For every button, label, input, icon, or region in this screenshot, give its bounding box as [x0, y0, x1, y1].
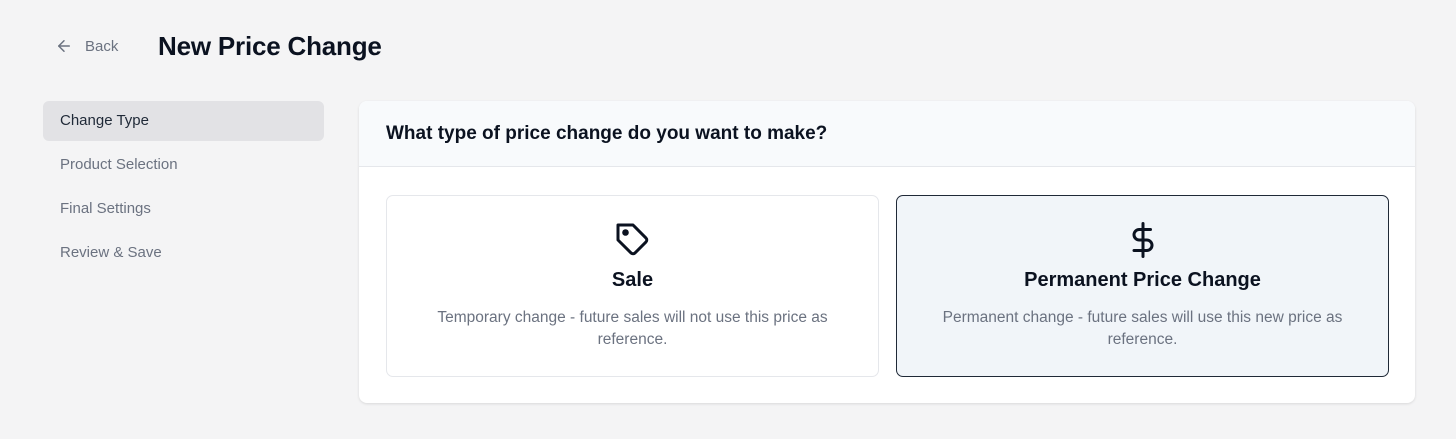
option-description: Permanent change - future sales will use… [942, 309, 1343, 348]
step-review-save[interactable]: Review & Save [43, 233, 324, 273]
page-title: New Price Change [158, 31, 382, 61]
step-change-type[interactable]: Change Type [43, 101, 324, 141]
sale-option-card[interactable]: Sale Temporary change - future sales wil… [386, 195, 879, 377]
step-final-settings[interactable]: Final Settings [43, 189, 324, 229]
panel-header: What type of price change do you want to… [359, 101, 1415, 167]
panel-question: What type of price change do you want to… [386, 122, 828, 144]
tag-icon [615, 222, 651, 258]
option-title: Sale [611, 269, 654, 291]
back-label: Back [85, 37, 119, 55]
dollar-icon [1125, 222, 1161, 258]
option-description: Temporary change - future sales will not… [437, 309, 828, 348]
back-button[interactable]: Back [55, 34, 118, 58]
page-header: Back New Price Change [0, 0, 1456, 92]
arrow-left-icon [55, 37, 73, 55]
step-product-selection[interactable]: Product Selection [43, 145, 324, 185]
step-navigation: Change Type Product Selection Final Sett… [43, 101, 324, 277]
change-type-panel: What type of price change do you want to… [359, 101, 1415, 403]
permanent-price-change-option-card[interactable]: Permanent Price Change Permanent change … [896, 195, 1389, 377]
option-title: Permanent Price Change [1024, 269, 1261, 291]
